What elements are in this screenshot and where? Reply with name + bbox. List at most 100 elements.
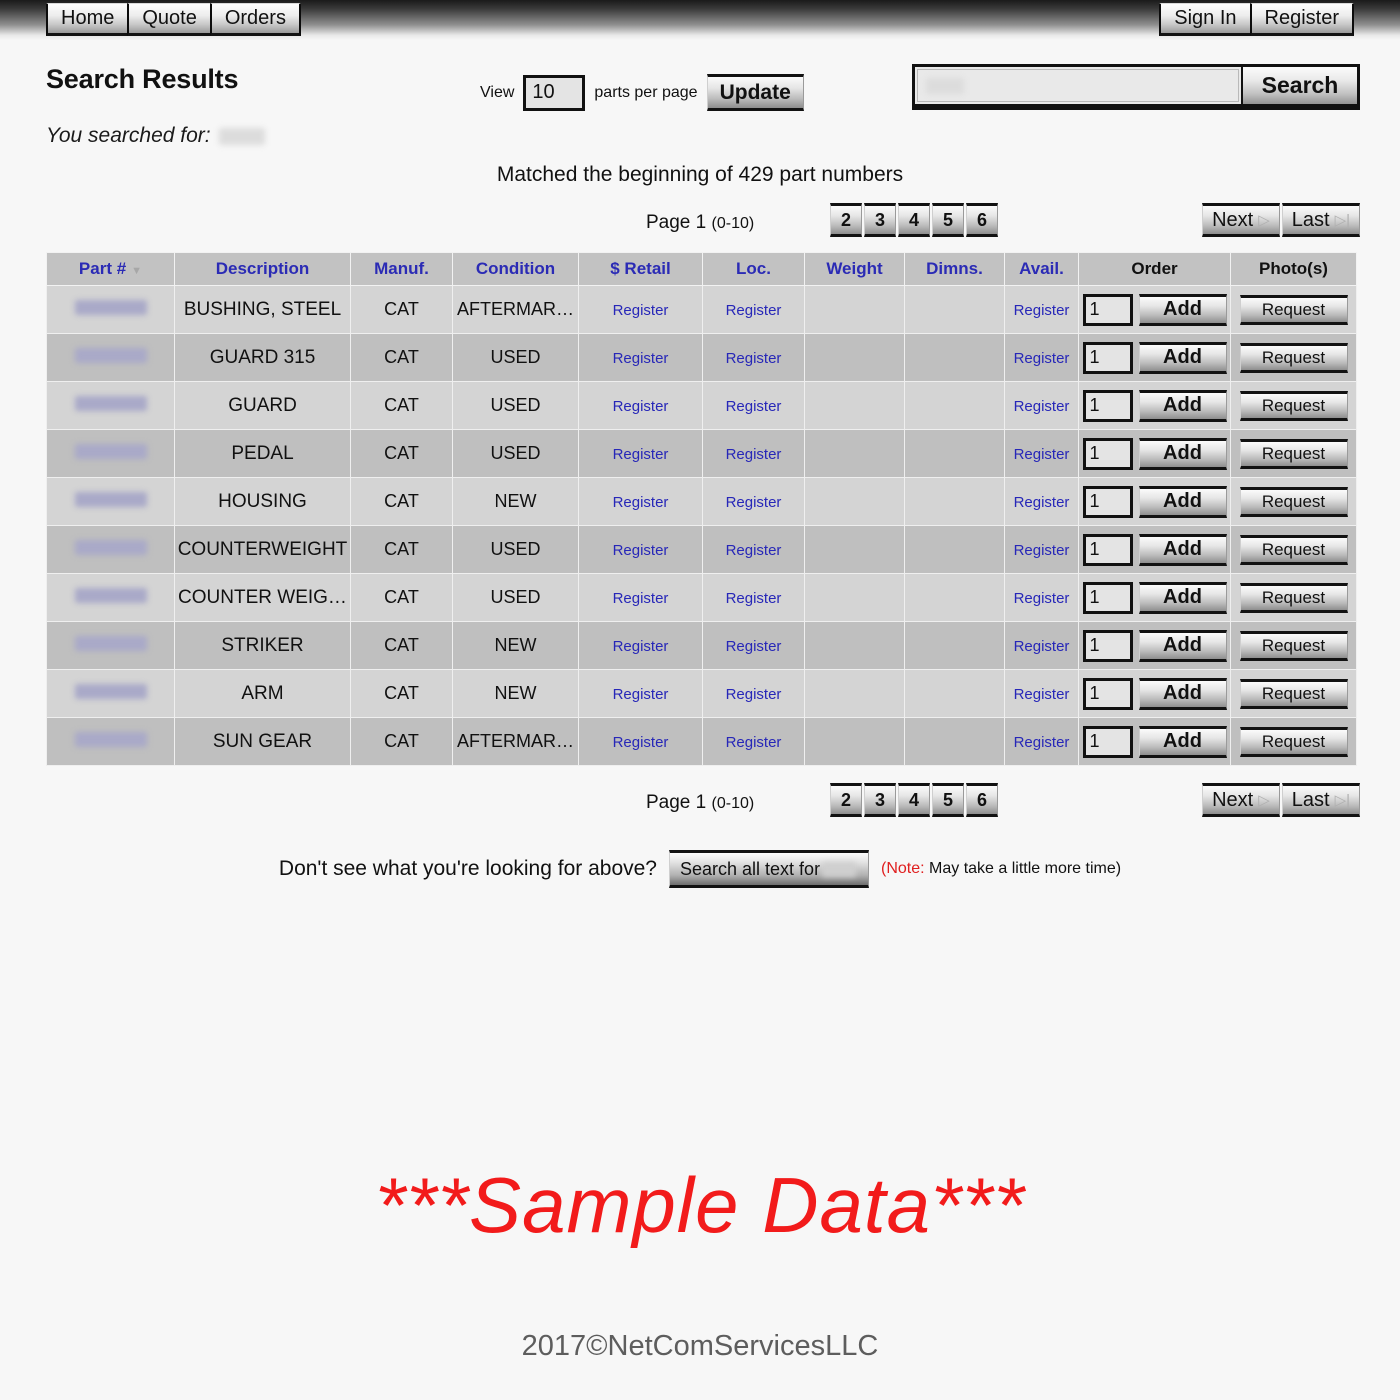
page-button-4-bottom[interactable]: 4 [898, 783, 930, 817]
register-link-retail[interactable]: Register [613, 734, 669, 751]
quantity-input[interactable] [1082, 677, 1133, 710]
register-link-retail[interactable]: Register [613, 542, 669, 559]
page-button-5-top[interactable]: 5 [932, 203, 964, 237]
page-button-5-bottom[interactable]: 5 [932, 783, 964, 817]
register-link-retail[interactable]: Register [613, 302, 669, 319]
quantity-input[interactable] [1082, 533, 1133, 566]
column-header-location[interactable]: Loc. [702, 252, 805, 286]
add-to-order-button[interactable]: Add [1138, 389, 1227, 422]
quantity-input[interactable] [1082, 629, 1133, 662]
register-link-location[interactable]: Register [726, 638, 782, 655]
quantity-input[interactable] [1082, 437, 1133, 470]
search-button[interactable]: Search [1241, 67, 1357, 104]
update-button[interactable]: Update [706, 74, 804, 111]
register-link-retail[interactable]: Register [613, 494, 669, 511]
next-page-button-bottom[interactable]: Next ▷ [1202, 783, 1280, 817]
quantity-input[interactable] [1082, 485, 1133, 518]
add-to-order-button[interactable]: Add [1138, 341, 1227, 374]
register-link-availability[interactable]: Register [1014, 686, 1070, 703]
register-link-location[interactable]: Register [726, 494, 782, 511]
search-input[interactable] [917, 69, 1239, 102]
register-link-retail[interactable]: Register [613, 446, 669, 463]
add-to-order-button[interactable]: Add [1138, 533, 1227, 566]
add-to-order-button[interactable]: Add [1138, 293, 1227, 326]
register-link-availability[interactable]: Register [1014, 302, 1070, 319]
request-photo-button[interactable]: Request [1239, 726, 1348, 757]
register-link-location[interactable]: Register [726, 734, 782, 751]
cell-part-number[interactable] [46, 333, 175, 382]
cell-part-number[interactable] [46, 717, 175, 766]
register-link-retail[interactable]: Register [613, 686, 669, 703]
nav-button-orders[interactable]: Orders [209, 3, 301, 36]
quantity-input[interactable] [1082, 293, 1133, 326]
cell-part-number[interactable] [46, 381, 175, 430]
page-button-6-bottom[interactable]: 6 [966, 783, 998, 817]
add-to-order-button[interactable]: Add [1138, 437, 1227, 470]
page-button-6-top[interactable]: 6 [966, 203, 998, 237]
register-link-availability[interactable]: Register [1014, 350, 1070, 367]
cell-part-number[interactable] [46, 429, 175, 478]
column-header-weight[interactable]: Weight [804, 252, 905, 286]
next-page-button-top[interactable]: Next ▷ [1202, 203, 1280, 237]
column-header-retail-price[interactable]: $ Retail [578, 252, 703, 286]
cell-part-number[interactable] [46, 573, 175, 622]
register-link-retail[interactable]: Register [613, 398, 669, 415]
column-header-part-number[interactable]: Part # ▼ [46, 252, 175, 286]
add-to-order-button[interactable]: Add [1138, 629, 1227, 662]
cell-part-number[interactable] [46, 525, 175, 574]
last-page-button-top[interactable]: Last ▷| [1281, 203, 1360, 237]
last-page-button-bottom[interactable]: Last ▷| [1281, 783, 1360, 817]
register-link-location[interactable]: Register [726, 686, 782, 703]
quantity-input[interactable] [1082, 725, 1133, 758]
add-to-order-button[interactable]: Add [1138, 725, 1227, 758]
request-photo-button[interactable]: Request [1239, 486, 1348, 517]
page-button-2-top[interactable]: 2 [830, 203, 862, 237]
column-header-manufacturer[interactable]: Manuf. [350, 252, 453, 286]
search-all-text-button[interactable]: Search all text for [669, 850, 869, 888]
request-photo-button[interactable]: Request [1239, 390, 1348, 421]
page-button-2-bottom[interactable]: 2 [830, 783, 862, 817]
cell-part-number[interactable] [46, 669, 175, 718]
per-page-input[interactable] [523, 74, 586, 111]
request-photo-button[interactable]: Request [1239, 438, 1348, 469]
quantity-input[interactable] [1082, 389, 1133, 422]
register-link-location[interactable]: Register [726, 350, 782, 367]
request-photo-button[interactable]: Request [1239, 534, 1348, 565]
cell-part-number[interactable] [46, 621, 175, 670]
register-link-availability[interactable]: Register [1014, 734, 1070, 751]
register-link-location[interactable]: Register [726, 302, 782, 319]
nav-button-sign-in[interactable]: Sign In [1159, 3, 1252, 36]
nav-button-home[interactable]: Home [46, 3, 130, 36]
column-header-description[interactable]: Description [174, 252, 351, 286]
cell-part-number[interactable] [46, 477, 175, 526]
request-photo-button[interactable]: Request [1239, 342, 1348, 373]
register-link-location[interactable]: Register [726, 446, 782, 463]
add-to-order-button[interactable]: Add [1138, 485, 1227, 518]
register-link-availability[interactable]: Register [1014, 590, 1070, 607]
register-link-availability[interactable]: Register [1014, 446, 1070, 463]
quantity-input[interactable] [1082, 341, 1133, 374]
page-button-3-top[interactable]: 3 [864, 203, 896, 237]
quantity-input[interactable] [1082, 581, 1133, 614]
register-link-availability[interactable]: Register [1014, 638, 1070, 655]
request-photo-button[interactable]: Request [1239, 630, 1348, 661]
add-to-order-button[interactable]: Add [1138, 677, 1227, 710]
register-link-location[interactable]: Register [726, 542, 782, 559]
column-header-availability[interactable]: Avail. [1004, 252, 1079, 286]
add-to-order-button[interactable]: Add [1138, 581, 1227, 614]
register-link-retail[interactable]: Register [613, 350, 669, 367]
page-button-4-top[interactable]: 4 [898, 203, 930, 237]
nav-button-quote[interactable]: Quote [127, 3, 212, 36]
column-header-dimensions[interactable]: Dimns. [904, 252, 1005, 286]
nav-button-register[interactable]: Register [1249, 3, 1354, 36]
register-link-availability[interactable]: Register [1014, 398, 1070, 415]
register-link-availability[interactable]: Register [1014, 542, 1070, 559]
page-button-3-bottom[interactable]: 3 [864, 783, 896, 817]
request-photo-button[interactable]: Request [1239, 294, 1348, 325]
register-link-availability[interactable]: Register [1014, 494, 1070, 511]
register-link-retail[interactable]: Register [613, 590, 669, 607]
request-photo-button[interactable]: Request [1239, 582, 1348, 613]
column-header-condition[interactable]: Condition [452, 252, 579, 286]
request-photo-button[interactable]: Request [1239, 678, 1348, 709]
register-link-retail[interactable]: Register [613, 638, 669, 655]
